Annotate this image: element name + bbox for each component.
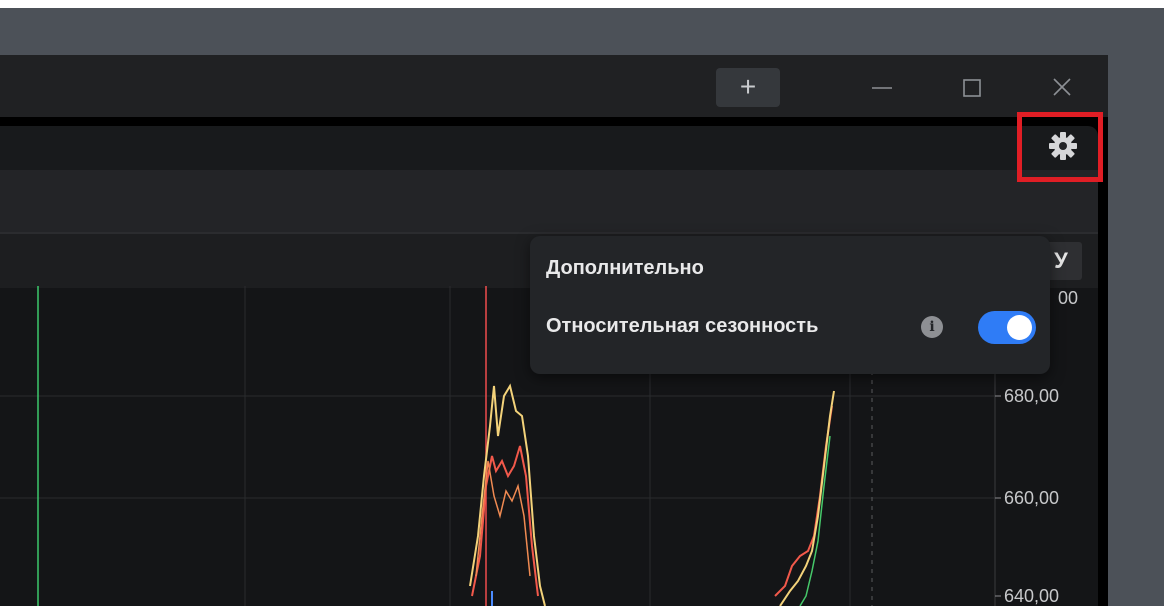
relative-seasonality-toggle[interactable] xyxy=(978,311,1036,344)
y-tick-label: 00 xyxy=(1058,288,1079,308)
top-panel xyxy=(0,126,1098,170)
y-tick-label: 660,00 xyxy=(1004,488,1060,508)
minimize-icon xyxy=(872,87,892,89)
chart-toolbar xyxy=(0,170,1098,232)
relative-seasonality-label: Относительная сезонность xyxy=(546,315,819,337)
title-bar: + xyxy=(0,55,1108,117)
new-tab-button[interactable]: + xyxy=(716,68,780,107)
series-line-yellow xyxy=(469,383,546,606)
y-tick-label: 640,00 xyxy=(1004,586,1060,606)
close-button[interactable] xyxy=(1042,68,1082,107)
close-icon xyxy=(1053,78,1071,96)
y-tick-label: 680,00 xyxy=(1004,386,1060,406)
minimize-button[interactable] xyxy=(862,68,902,107)
maximize-button[interactable] xyxy=(952,68,992,107)
popover-title: Дополнительно xyxy=(546,257,704,279)
toggle-knob xyxy=(1007,315,1032,340)
series-line-red-right xyxy=(774,405,833,597)
info-icon[interactable]: i xyxy=(921,316,943,338)
settings-popover: Дополнительно Относительная сезонность i xyxy=(530,236,1050,374)
highlight-frame xyxy=(1017,112,1103,182)
maximize-icon xyxy=(963,79,981,97)
y-axis-ticks xyxy=(995,395,1001,597)
settings-button[interactable] xyxy=(1017,112,1103,182)
